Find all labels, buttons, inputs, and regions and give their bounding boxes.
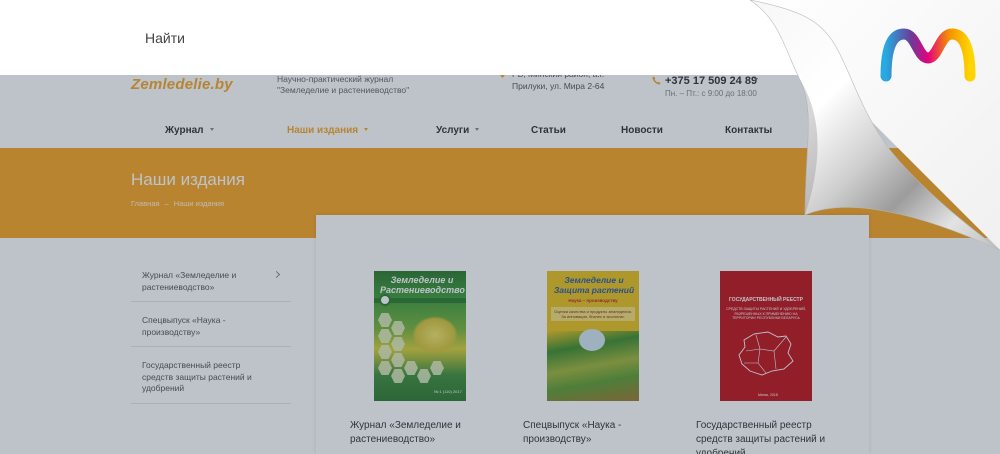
brand-m-logo-icon[interactable]: [880, 28, 976, 82]
search-input[interactable]: [135, 23, 695, 53]
